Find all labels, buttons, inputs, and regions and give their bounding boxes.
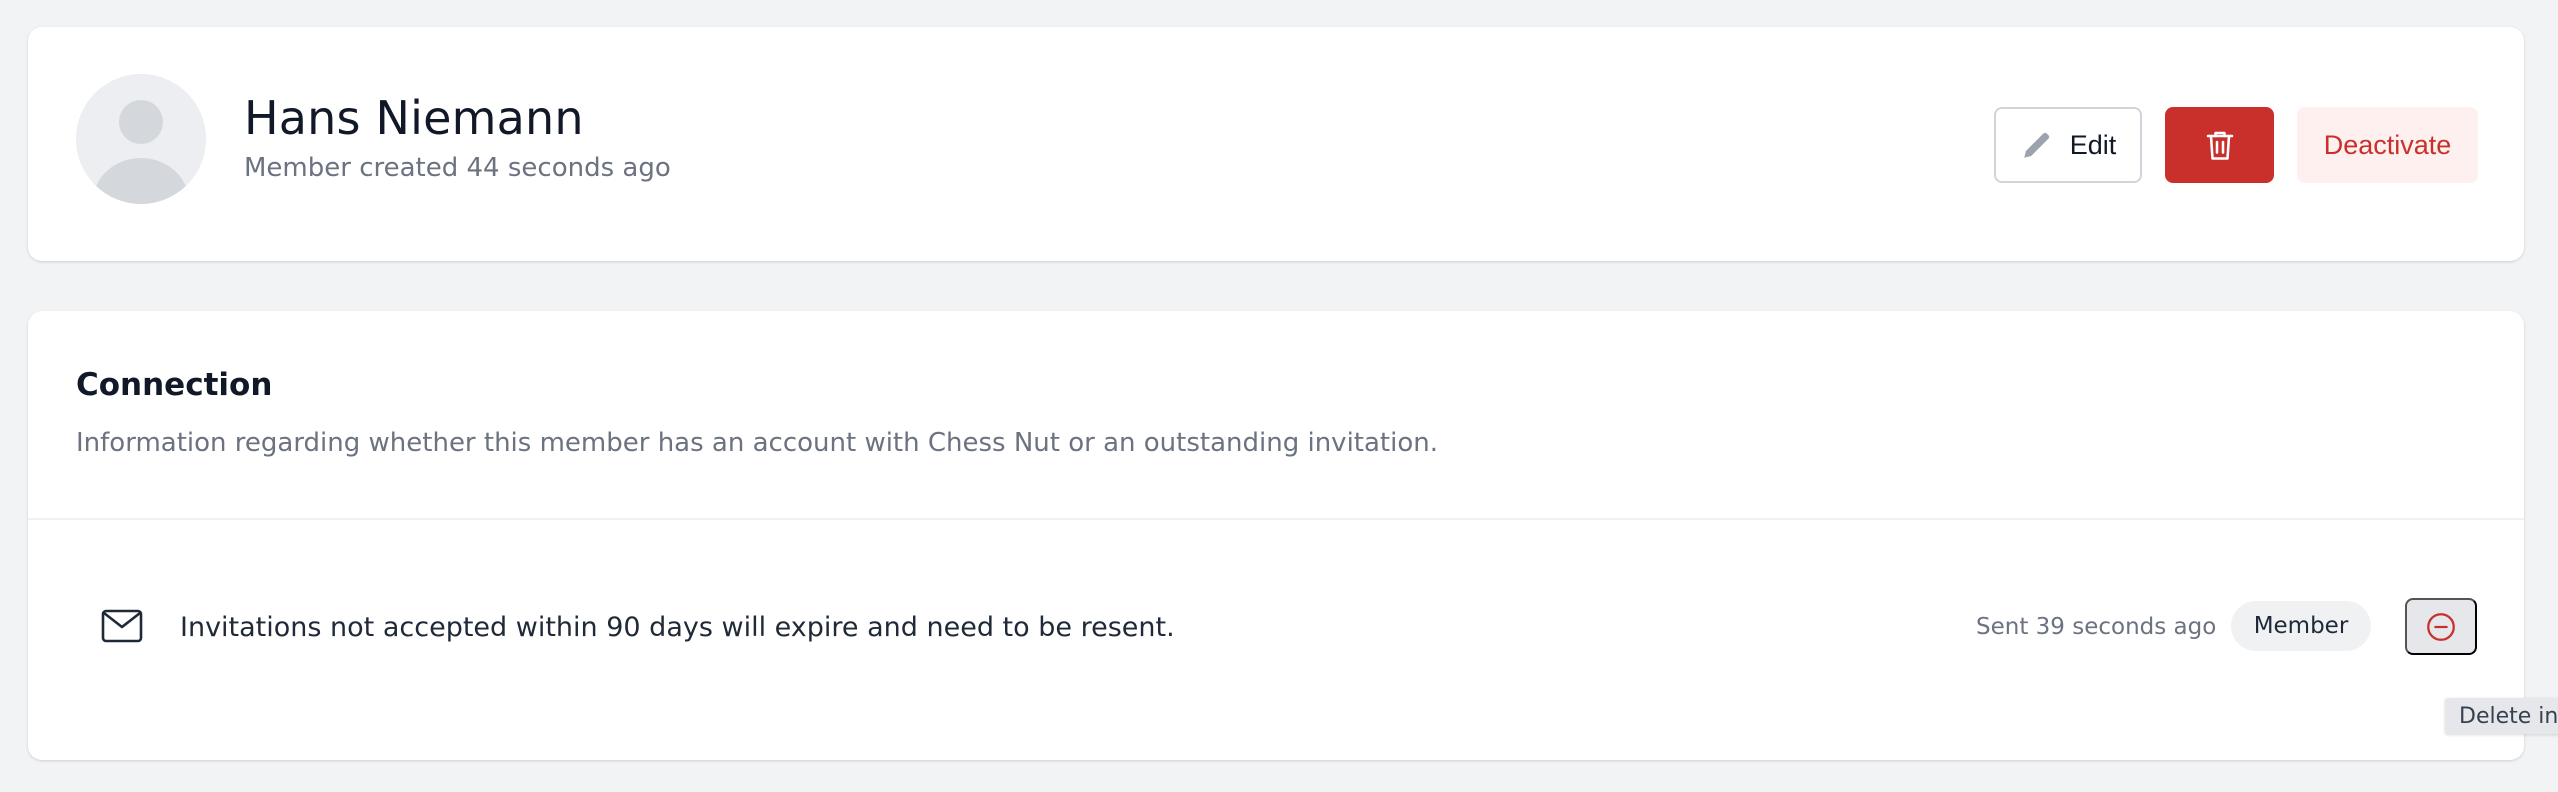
edit-button-label: Edit — [2069, 129, 2117, 160]
connection-card: Connection Information regarding whether… — [28, 311, 2524, 760]
role-badge: Member — [2231, 601, 2371, 651]
invitation-sent-time: Sent 39 seconds ago — [1976, 614, 2217, 640]
invitation-message: Invitations not accepted within 90 days … — [180, 612, 1175, 643]
avatar — [76, 74, 206, 204]
delete-member-button[interactable] — [2165, 107, 2274, 183]
trash-icon — [2206, 131, 2233, 160]
edit-button[interactable]: Edit — [1994, 107, 2142, 183]
envelope-icon — [101, 609, 143, 643]
member-name: Hans Niemann — [244, 91, 584, 145]
divider — [28, 518, 2524, 520]
delete-invitation-button[interactable] — [2405, 598, 2477, 655]
section-title: Connection — [76, 367, 273, 403]
invitation-row: Invitations not accepted within 90 days … — [28, 598, 2524, 660]
member-profile-card: Hans Niemann Member created 44 seconds a… — [28, 27, 2524, 261]
minus-circle-icon — [2427, 612, 2455, 641]
deactivate-button[interactable]: Deactivate — [2297, 107, 2478, 183]
pencil-icon — [2023, 132, 2049, 158]
section-description: Information regarding whether this membe… — [76, 428, 1438, 458]
user-placeholder-icon — [76, 74, 206, 204]
delete-invitation-tooltip: Delete inv — [2445, 698, 2558, 734]
member-created-text: Member created 44 seconds ago — [244, 153, 671, 183]
